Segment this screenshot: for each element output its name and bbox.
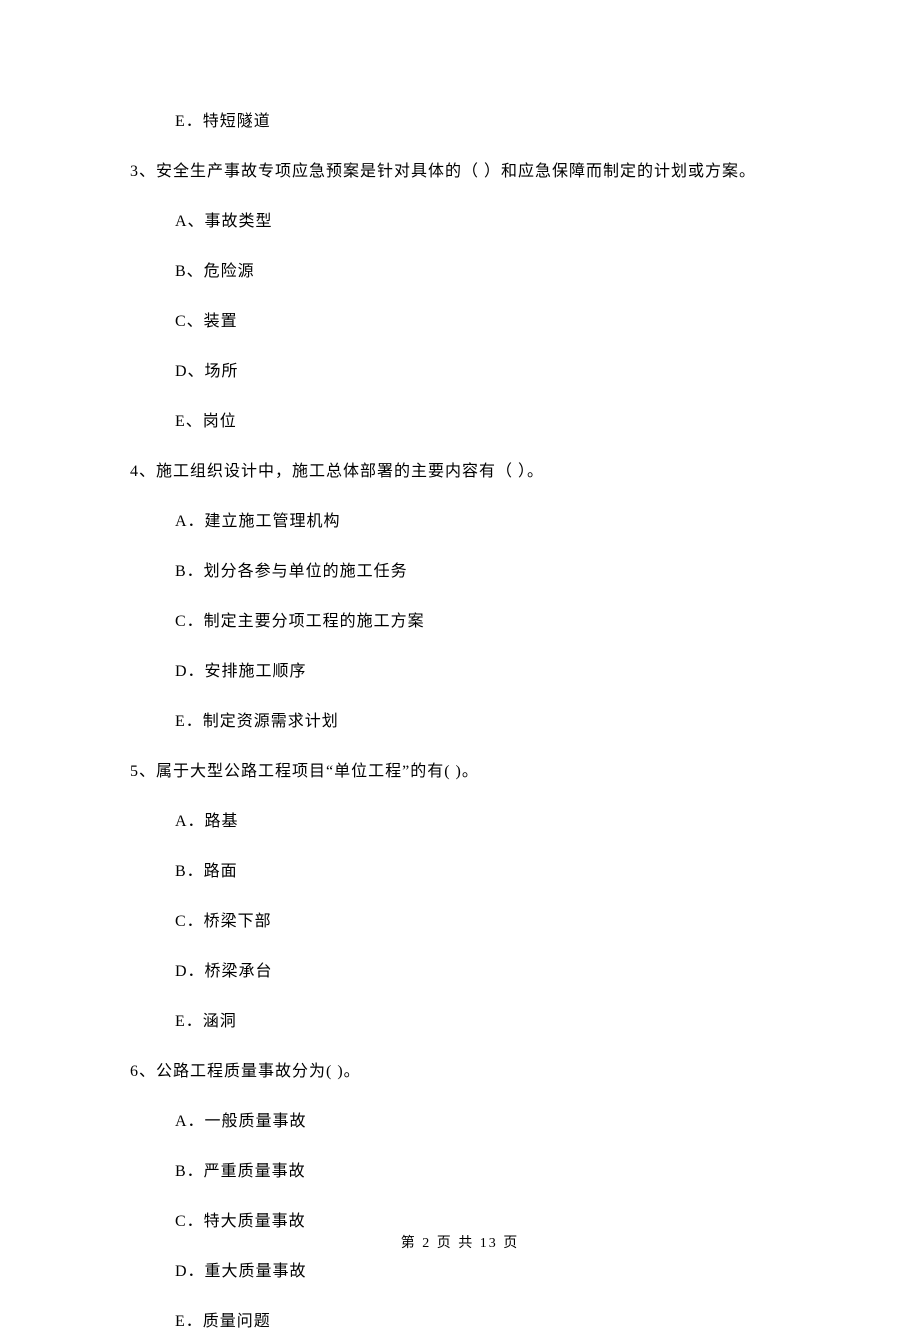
q4-option-b: B．划分各参与单位的施工任务: [130, 560, 790, 584]
q3-option-c: C、装置: [130, 310, 790, 334]
q2-option-e: E．特短隧道: [130, 110, 790, 134]
q5-option-b: B．路面: [130, 860, 790, 884]
q4-option-c: C．制定主要分项工程的施工方案: [130, 610, 790, 634]
q6-option-a: A．一般质量事故: [130, 1110, 790, 1134]
q4-text: 4、施工组织设计中，施工总体部署的主要内容有（ ）。: [130, 460, 790, 484]
page-footer: 第 2 页 共 13 页: [0, 1233, 920, 1254]
q3-option-b: B、危险源: [130, 260, 790, 284]
q3-option-d: D、场所: [130, 360, 790, 384]
q4-option-d: D．安排施工顺序: [130, 660, 790, 684]
q5-option-d: D．桥梁承台: [130, 960, 790, 984]
q3-text: 3、安全生产事故专项应急预案是针对具体的（ ）和应急保障而制定的计划或方案。: [130, 160, 790, 184]
q5-option-a: A．路基: [130, 810, 790, 834]
q5-option-e: E．涵洞: [130, 1010, 790, 1034]
q3-option-e: E、岗位: [130, 410, 790, 434]
q5-text: 5、属于大型公路工程项目“单位工程”的有( )。: [130, 760, 790, 784]
q6-option-e: E．质量问题: [130, 1310, 790, 1334]
q6-text: 6、公路工程质量事故分为( )。: [130, 1060, 790, 1084]
q5-option-c: C．桥梁下部: [130, 910, 790, 934]
q6-option-d: D．重大质量事故: [130, 1260, 790, 1284]
q6-option-b: B．严重质量事故: [130, 1160, 790, 1184]
q6-option-c: C．特大质量事故: [130, 1210, 790, 1234]
q4-option-a: A．建立施工管理机构: [130, 510, 790, 534]
q3-option-a: A、事故类型: [130, 210, 790, 234]
q4-option-e: E．制定资源需求计划: [130, 710, 790, 734]
